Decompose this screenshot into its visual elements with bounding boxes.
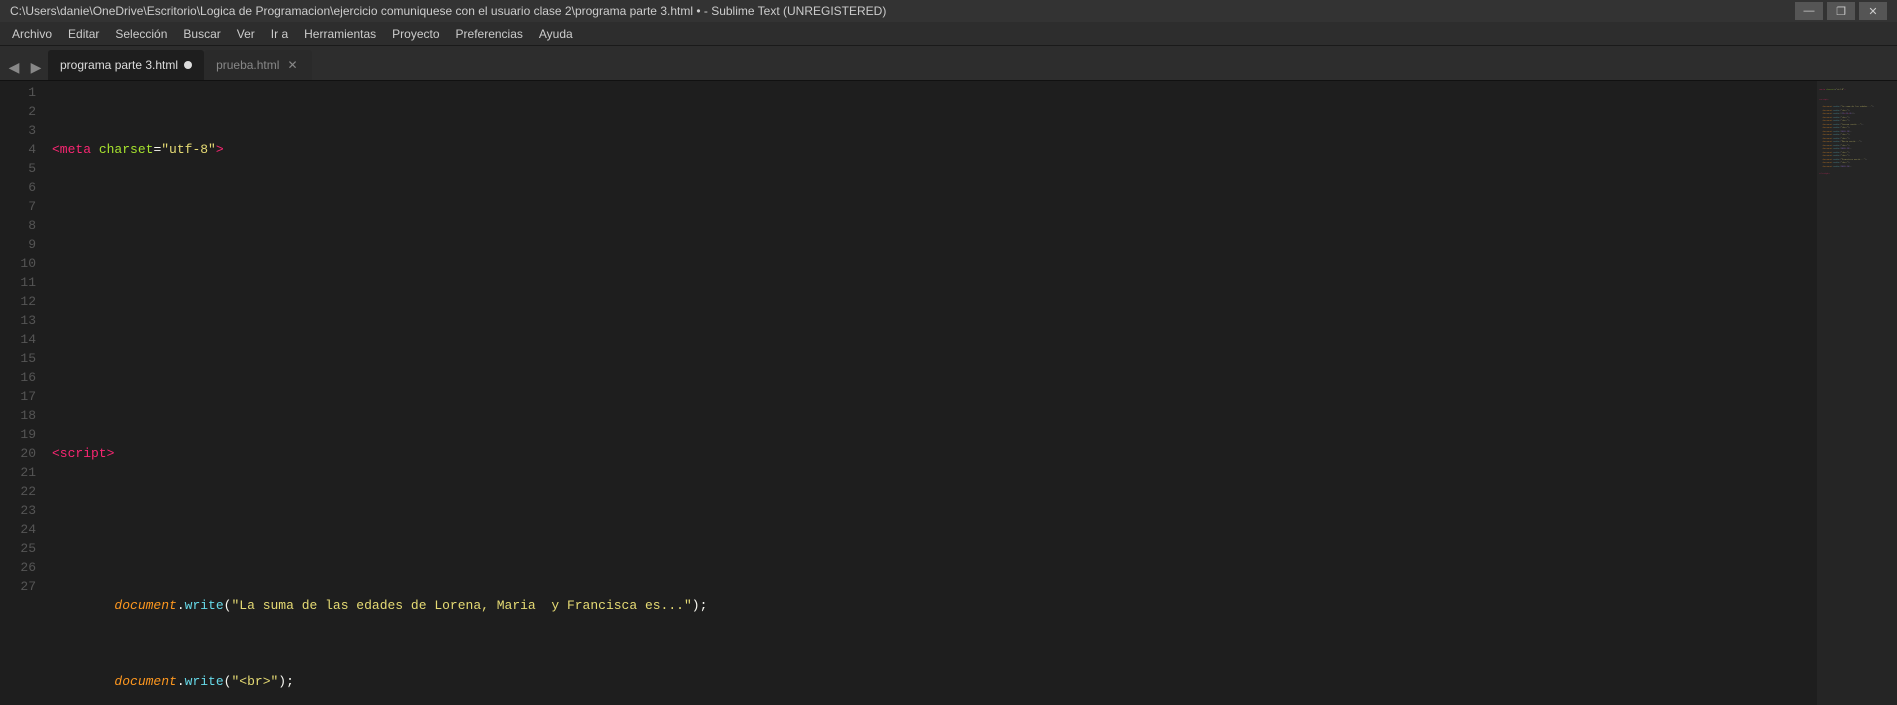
window-title: C:\Users\danie\OneDrive\Escritorio\Logic… xyxy=(10,4,1795,18)
minimize-button[interactable]: — xyxy=(1795,2,1823,20)
linenum-24: 24 xyxy=(4,520,36,539)
linenum-6: 6 xyxy=(4,178,36,197)
menu-herramientas[interactable]: Herramientas xyxy=(296,25,384,43)
tab-prueba[interactable]: prueba.html ✕ xyxy=(204,50,311,80)
linenum-18: 18 xyxy=(4,406,36,425)
maximize-button[interactable]: ❐ xyxy=(1827,2,1855,20)
linenum-20: 20 xyxy=(4,444,36,463)
menu-archivo[interactable]: Archivo xyxy=(4,25,60,43)
linenum-8: 8 xyxy=(4,216,36,235)
menu-buscar[interactable]: Buscar xyxy=(175,25,228,43)
tab-label-programa: programa parte 3.html xyxy=(60,58,178,72)
linenum-14: 14 xyxy=(4,330,36,349)
linenum-1: 1 xyxy=(4,83,36,102)
menu-editar[interactable]: Editar xyxy=(60,25,107,43)
code-line-8: document.write("<br>"); xyxy=(52,672,1817,691)
linenum-27: 27 xyxy=(4,577,36,596)
linenum-13: 13 xyxy=(4,311,36,330)
linenum-25: 25 xyxy=(4,539,36,558)
menu-ver[interactable]: Ver xyxy=(229,25,263,43)
linenum-4: 4 xyxy=(4,140,36,159)
linenum-23: 23 xyxy=(4,501,36,520)
close-button[interactable]: ✕ xyxy=(1859,2,1887,20)
tab-label-prueba: prueba.html xyxy=(216,58,279,72)
menu-bar: Archivo Editar Selección Buscar Ver Ir a… xyxy=(0,22,1897,46)
code-line-4 xyxy=(52,368,1817,387)
linenum-2: 2 xyxy=(4,102,36,121)
linenum-11: 11 xyxy=(4,273,36,292)
linenum-21: 21 xyxy=(4,463,36,482)
linenum-3: 3 xyxy=(4,121,36,140)
minimap-content: <meta charset="utf-8"> <script> document… xyxy=(1817,81,1897,705)
tab-bar: ◀ ▶ programa parte 3.html prueba.html ✕ xyxy=(0,46,1897,81)
linenum-12: 12 xyxy=(4,292,36,311)
minimap: <meta charset="utf-8"> <script> document… xyxy=(1817,81,1897,705)
menu-preferencias[interactable]: Preferencias xyxy=(448,25,531,43)
code-line-2 xyxy=(52,216,1817,235)
menu-proyecto[interactable]: Proyecto xyxy=(384,25,447,43)
linenum-22: 22 xyxy=(4,482,36,501)
menu-ira[interactable]: Ir a xyxy=(263,25,296,43)
linenum-10: 10 xyxy=(4,254,36,273)
linenum-26: 26 xyxy=(4,558,36,577)
code-editor[interactable]: <meta charset="utf-8"> <script> document… xyxy=(44,81,1817,705)
linenum-5: 5 xyxy=(4,159,36,178)
tab-close-prueba[interactable]: ✕ xyxy=(285,58,299,72)
linenum-15: 15 xyxy=(4,349,36,368)
code-line-6 xyxy=(52,520,1817,539)
menu-seleccion[interactable]: Selección xyxy=(107,25,175,43)
tab-next-button[interactable]: ▶ xyxy=(26,55,46,80)
tab-modified-dot xyxy=(184,61,192,69)
tab-programa-parte3[interactable]: programa parte 3.html xyxy=(48,50,204,80)
line-numbers: 1 2 3 4 5 6 7 8 9 10 11 12 13 14 15 16 1… xyxy=(0,81,44,705)
code-line-3 xyxy=(52,292,1817,311)
linenum-17: 17 xyxy=(4,387,36,406)
code-line-5: <script> xyxy=(52,444,1817,463)
linenum-16: 16 xyxy=(4,368,36,387)
linenum-7: 7 xyxy=(4,197,36,216)
window-controls[interactable]: — ❐ ✕ xyxy=(1795,2,1887,20)
linenum-19: 19 xyxy=(4,425,36,444)
title-bar: C:\Users\danie\OneDrive\Escritorio\Logic… xyxy=(0,0,1897,22)
editor-container: 1 2 3 4 5 6 7 8 9 10 11 12 13 14 15 16 1… xyxy=(0,81,1897,705)
tab-prev-button[interactable]: ◀ xyxy=(4,55,24,80)
menu-ayuda[interactable]: Ayuda xyxy=(531,25,581,43)
code-line-1: <meta charset="utf-8"> xyxy=(52,140,1817,159)
code-line-7: document.write("La suma de las edades de… xyxy=(52,596,1817,615)
linenum-9: 9 xyxy=(4,235,36,254)
